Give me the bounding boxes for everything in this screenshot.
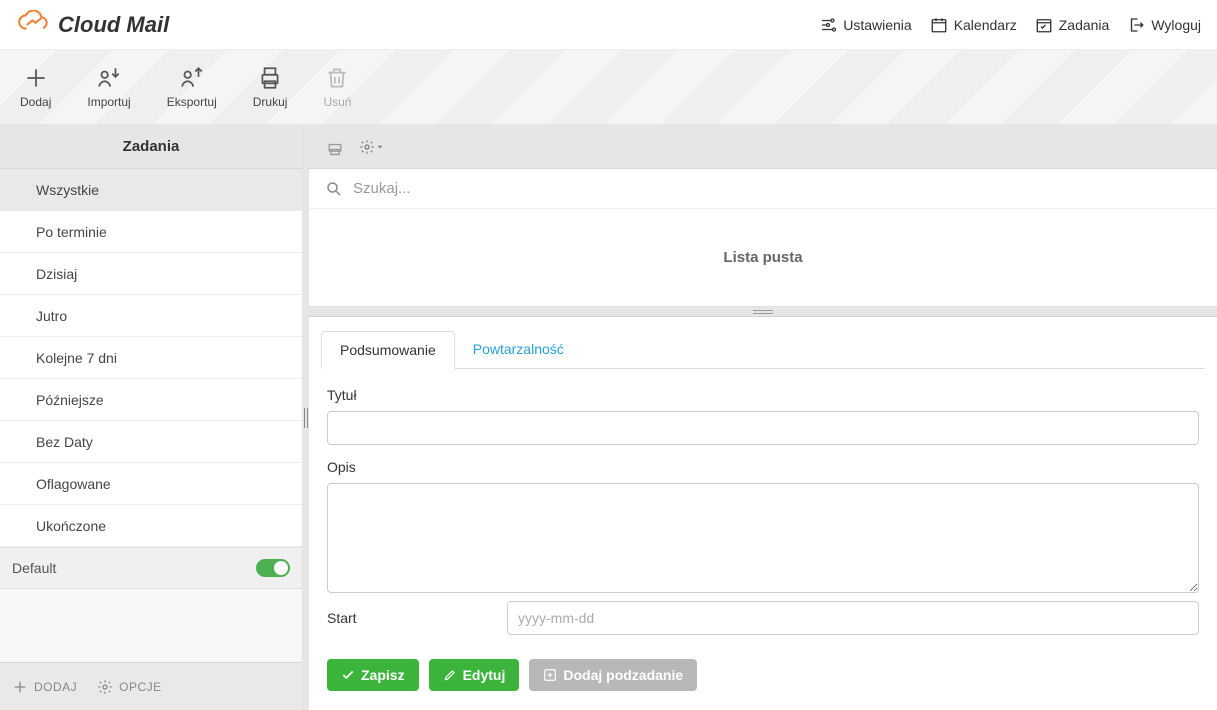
nav-tasks[interactable]: Zadania [1035,16,1110,34]
filter-flagged[interactable]: Oflagowane [0,463,302,505]
desc-textarea[interactable] [327,483,1199,593]
sidebar-options-button[interactable]: OPCJE [97,679,162,695]
sidebar-options-label: OPCJE [119,680,162,694]
import-button[interactable]: Importuj [87,65,130,109]
gear-icon [97,679,113,695]
plus-icon [23,65,49,91]
print-button[interactable]: Drukuj [253,65,288,109]
sliders-icon [819,16,837,34]
calendar-toggle[interactable] [256,559,290,577]
delete-button[interactable]: Usuń [323,65,351,109]
logo-icon [16,10,52,40]
edit-button[interactable]: Edytuj [429,659,520,691]
sidebar-add-label: DODAJ [34,680,77,694]
delete-label: Usuń [323,95,351,109]
search-input[interactable] [353,180,1201,197]
gear-icon [359,139,375,155]
tab-summary[interactable]: Podsumowanie [321,331,455,369]
nav-logout[interactable]: Wyloguj [1127,16,1201,34]
filter-nodate[interactable]: Bez Daty [0,421,302,463]
start-input[interactable] [507,601,1199,635]
export-label: Eksportuj [167,95,217,109]
main-area: Zadania Wszystkie Po terminie Dzisiaj Ju… [0,125,1217,710]
sidebar-title: Zadania [0,125,302,169]
horizontal-splitter[interactable] [309,307,1217,317]
filter-overdue[interactable]: Po terminie [0,211,302,253]
chevron-down-icon [375,142,385,152]
add-button[interactable]: Dodaj [20,65,51,109]
export-icon [179,65,205,91]
desc-label: Opis [327,459,1199,475]
search-icon [325,180,343,198]
filter-next7[interactable]: Kolejne 7 dni [0,337,302,379]
pencil-icon [443,668,457,682]
print-label: Drukuj [253,95,288,109]
content-panel: Lista pusta Podsumowanie Powtarzalność T… [309,125,1217,710]
tasks-icon [1035,16,1053,34]
print-icon-button[interactable] [325,137,345,157]
start-row: Start [327,601,1199,635]
filter-done[interactable]: Ukończone [0,505,302,547]
save-label: Zapisz [361,667,405,683]
filter-list: Wszystkie Po terminie Dzisiaj Jutro Kole… [0,169,302,547]
plus-icon [12,679,28,695]
nav-calendar[interactable]: Kalendarz [930,16,1017,34]
import-label: Importuj [87,95,130,109]
app-header: Cloud Mail Ustawienia Kalendarz Zadania … [0,0,1217,50]
nav-tasks-label: Zadania [1059,17,1110,33]
edit-label: Edytuj [463,667,506,683]
task-list-empty: Lista pusta [309,209,1217,307]
sidebar-footer: DODAJ OPCJE [0,662,302,710]
import-icon [96,65,122,91]
main-toolbar: Dodaj Importuj Eksportuj Drukuj Usuń [0,50,1217,125]
title-label: Tytuł [327,387,1199,403]
logout-icon [1127,16,1145,34]
sidebar: Zadania Wszystkie Po terminie Dzisiaj Ju… [0,125,303,710]
check-icon [341,668,355,682]
task-form: Tytuł Opis Start [309,369,1217,647]
calendar-icon [930,16,948,34]
search-row [309,169,1217,209]
calendar-name: Default [12,560,56,576]
action-row: Zapisz Edytuj Dodaj podzadanie [309,647,1217,703]
trash-icon [324,65,350,91]
add-subtask-label: Dodaj podzadanie [563,667,683,683]
save-button[interactable]: Zapisz [327,659,419,691]
filter-tomorrow[interactable]: Jutro [0,295,302,337]
sidebar-add-button[interactable]: DODAJ [12,679,77,695]
calendar-row: Default [0,547,302,589]
app-logo: Cloud Mail [16,10,169,40]
filter-today[interactable]: Dzisiaj [0,253,302,295]
nav-settings-label: Ustawienia [843,17,911,33]
brand-text: Cloud Mail [58,12,169,38]
task-detail-panel: Podsumowanie Powtarzalność Tytuł Opis St… [309,317,1217,710]
printer-icon [257,65,283,91]
plus-square-icon [543,668,557,682]
header-nav: Ustawienia Kalendarz Zadania Wyloguj [819,16,1201,34]
detail-tabs: Podsumowanie Powtarzalność [321,331,1205,369]
nav-calendar-label: Kalendarz [954,17,1017,33]
title-input[interactable] [327,411,1199,445]
tab-recurrence[interactable]: Powtarzalność [455,331,582,368]
add-label: Dodaj [20,95,51,109]
content-toolbar [309,125,1217,169]
nav-logout-label: Wyloguj [1151,17,1201,33]
nav-settings[interactable]: Ustawienia [819,16,911,34]
start-label: Start [327,610,507,626]
add-subtask-button[interactable]: Dodaj podzadanie [529,659,697,691]
filter-all[interactable]: Wszystkie [0,169,302,211]
options-dropdown[interactable] [359,139,385,155]
filter-later[interactable]: Późniejsze [0,379,302,421]
export-button[interactable]: Eksportuj [167,65,217,109]
